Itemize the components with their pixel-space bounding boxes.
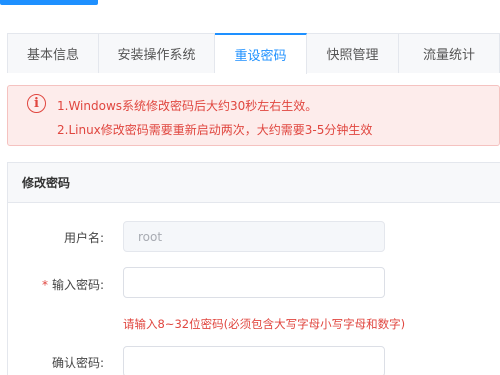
required-mark: * (41, 278, 48, 292)
tab-snapshot-management[interactable]: 快照管理 (307, 33, 399, 73)
password-input[interactable] (123, 267, 385, 298)
username-field: root (123, 221, 385, 252)
top-accent-bar (0, 0, 98, 5)
section-title: 修改密码 (8, 163, 500, 203)
info-circle-icon: i (27, 94, 46, 113)
tab-basic-info[interactable]: 基本信息 (7, 33, 99, 73)
password-hint: 请输入8~32位密码(必须包含大写字母小写字母和数字) (123, 317, 406, 331)
tab-reset-password[interactable]: 重设密码 (215, 33, 307, 74)
confirm-password-label: 确认密码: (51, 356, 104, 370)
alert-line-2: 2.Linux修改密码需要重新启动两次，大约需要3-5分钟生效 (57, 123, 373, 137)
warning-alert: i 1.Windows系统修改密码后大约30秒左右生效。 2.Linux修改密码… (7, 85, 500, 146)
password-label: 输入密码: (51, 278, 104, 292)
tab-traffic-stats[interactable]: 流量统计 (399, 33, 500, 73)
username-label: 用户名: (63, 231, 104, 245)
tab-install-os[interactable]: 安装操作系统 (99, 33, 215, 73)
alert-line-1: 1.Windows系统修改密码后大约30秒左右生效。 (57, 99, 318, 113)
tab-bar: 基本信息 安装操作系统 重设密码 快照管理 流量统计 (7, 33, 500, 74)
password-label-row: * 输入密码: (4, 276, 104, 293)
confirm-password-input[interactable] (123, 346, 385, 375)
